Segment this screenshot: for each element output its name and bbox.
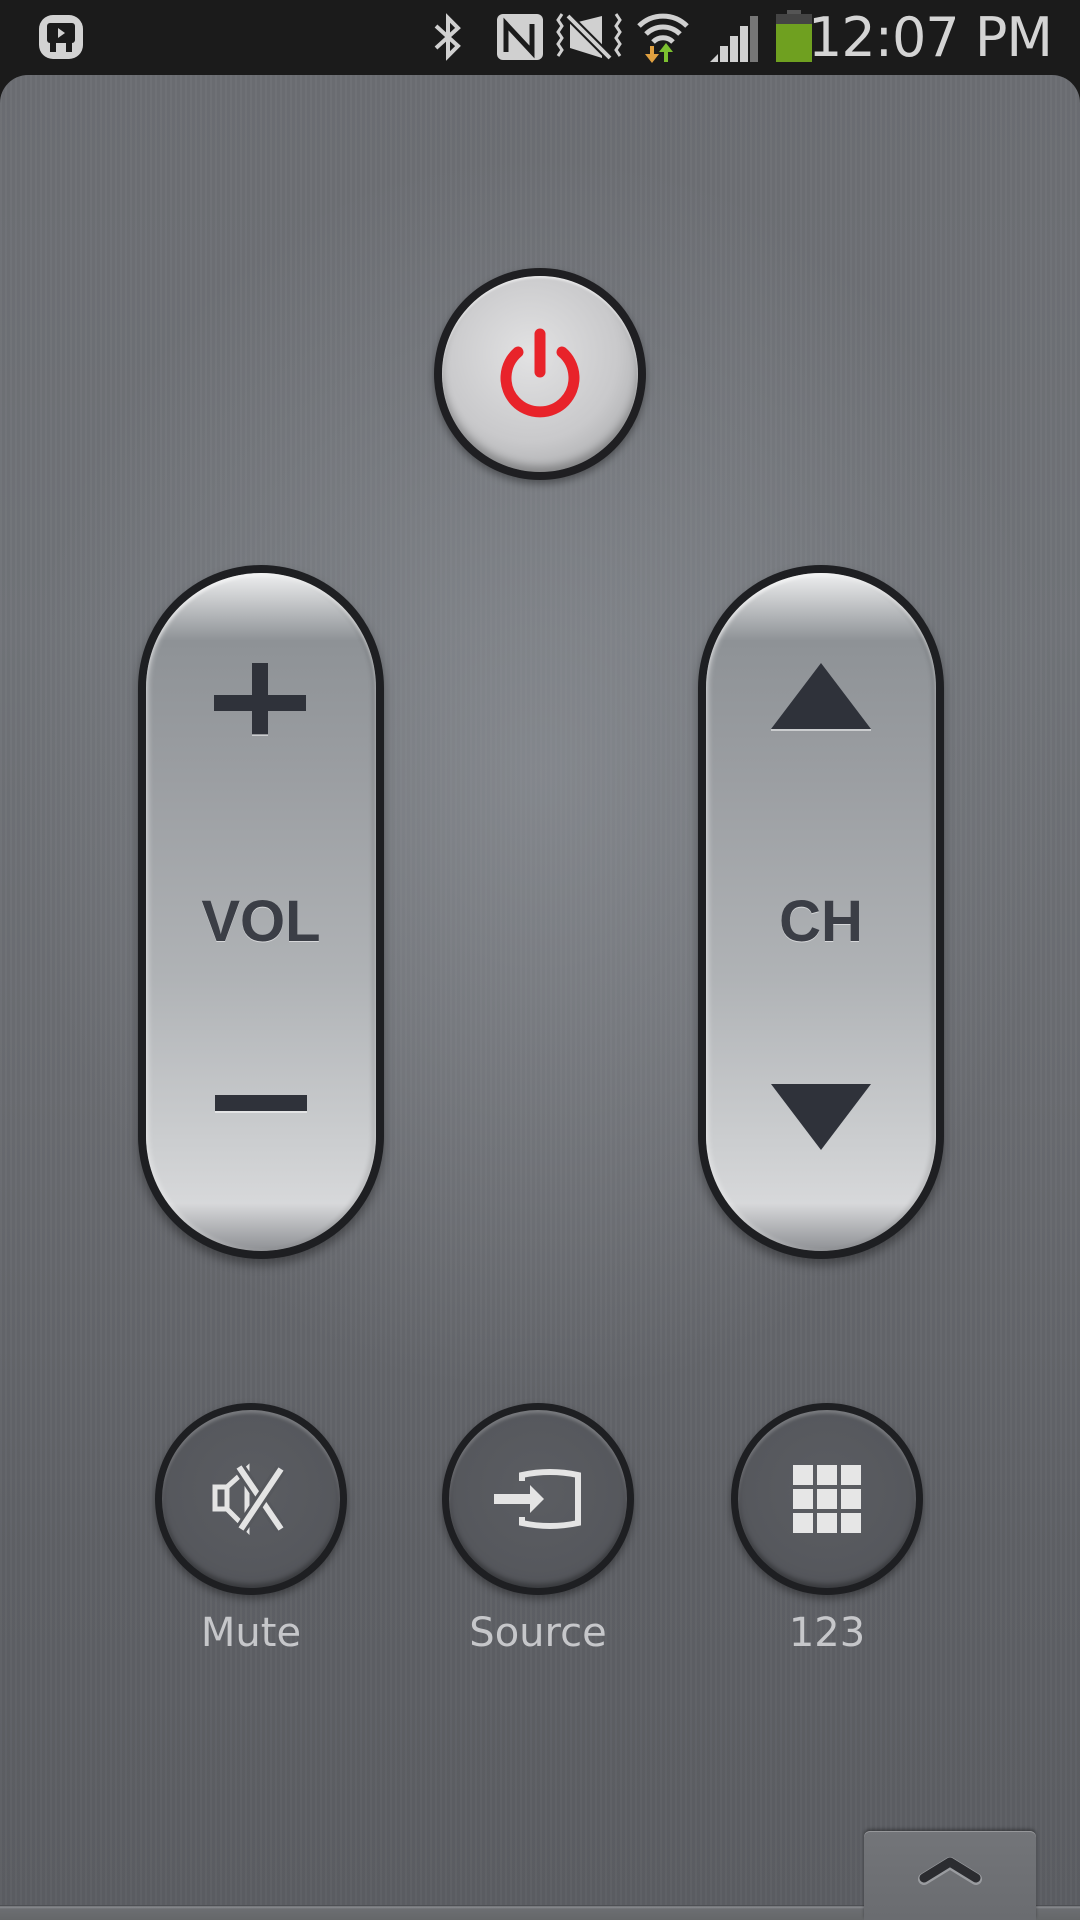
channel-up-button[interactable]	[698, 565, 944, 912]
minus-icon	[215, 1095, 307, 1113]
expand-drawer-button[interactable]	[864, 1831, 1036, 1920]
keypad-grid-icon	[793, 1465, 861, 1533]
volume-down-button[interactable]	[138, 912, 384, 1259]
wifi-icon	[636, 8, 690, 69]
vibrate-off-icon	[556, 10, 622, 69]
triangle-up-icon	[771, 663, 871, 731]
channel-down-button[interactable]	[698, 912, 944, 1259]
mute-button[interactable]	[155, 1403, 347, 1595]
keypad-button[interactable]	[731, 1403, 923, 1595]
mute-label: Mute	[200, 1610, 302, 1656]
mute-icon	[212, 1463, 286, 1536]
source-label: Source	[469, 1610, 607, 1656]
smart-remote-app-icon	[36, 12, 86, 67]
source-button[interactable]	[442, 1403, 634, 1595]
volume-up-button[interactable]	[138, 565, 384, 912]
triangle-down-icon	[771, 1084, 871, 1150]
channel-rocker: CH	[698, 565, 944, 1259]
power-button[interactable]	[434, 268, 646, 480]
bluetooth-icon	[428, 12, 468, 67]
keypad-label: 123	[788, 1610, 866, 1656]
source-input-icon	[494, 1469, 581, 1529]
plus-icon	[214, 663, 306, 736]
status-bar: 12:07 PM	[0, 0, 1080, 75]
nfc-icon	[496, 12, 544, 67]
signal-icon	[708, 12, 760, 69]
volume-rocker: VOL	[138, 565, 384, 1259]
power-icon	[500, 328, 580, 418]
status-clock: 12:07 PM	[808, 6, 1053, 69]
chevron-up-icon	[918, 1857, 982, 1885]
